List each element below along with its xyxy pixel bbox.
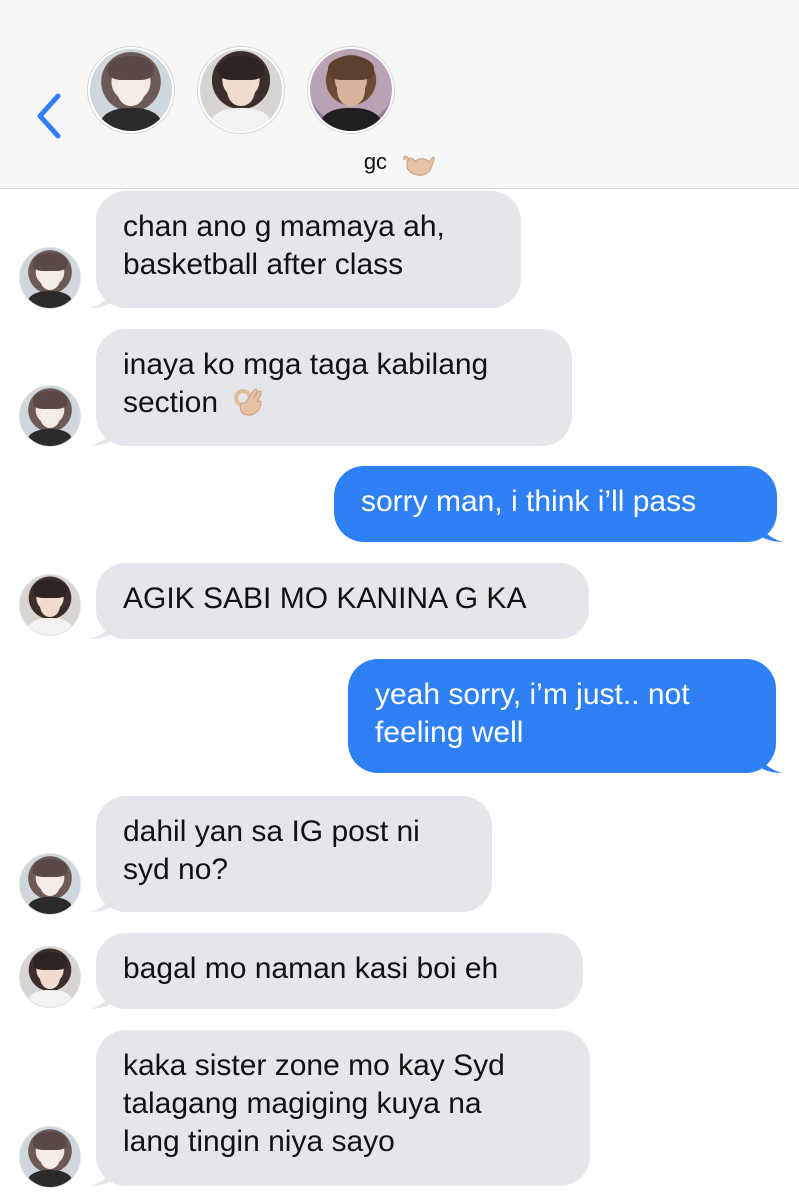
avatar-body	[28, 1170, 72, 1187]
message-text: dahil yan sa IG post ni	[123, 815, 420, 848]
sender-avatar[interactable]	[19, 247, 81, 309]
avatar-body	[28, 291, 72, 308]
received-message-bubble[interactable]: dahil yan sa IG post ni syd no?	[90, 796, 492, 912]
chevron-left-icon	[37, 93, 61, 139]
sender-avatar[interactable]	[19, 1126, 81, 1188]
avatar-body	[28, 990, 72, 1007]
received-message-bubble[interactable]: kaka sister zone mo kay Syd talagang mag…	[90, 1030, 590, 1186]
avatar-body	[28, 897, 72, 914]
bubble-tail	[90, 1160, 118, 1186]
bubble-tail	[90, 983, 118, 1009]
avatar-body	[211, 108, 271, 131]
avatar-body	[101, 108, 161, 131]
avatar-hair	[33, 1131, 67, 1150]
avatar-hair	[33, 390, 67, 409]
sent-message-bubble[interactable]: yeah sorry, i’m just.. not feeling well	[348, 659, 782, 773]
sent-message-bubble[interactable]: sorry man, i think i’ll pass	[334, 466, 783, 542]
group-name-label: gc	[363, 148, 388, 174]
group-name[interactable]: gc	[0, 148, 799, 178]
message-text: sorry man, i think i’ll pass	[361, 485, 697, 518]
participant-avatar-2[interactable]	[198, 47, 284, 133]
message-text: chan ano g mamaya ah,	[123, 210, 445, 243]
bubble-tail	[90, 420, 118, 446]
avatar-body	[28, 618, 72, 635]
sender-avatar[interactable]	[19, 385, 81, 447]
bubble-tail	[90, 886, 118, 912]
back-button[interactable]	[28, 88, 68, 144]
bubble-tail	[755, 516, 783, 542]
participant-avatar-1[interactable]	[88, 47, 174, 133]
message-line: section	[123, 384, 546, 422]
message-text: syd no?	[123, 853, 229, 886]
avatar-hair	[218, 55, 264, 81]
received-message-bubble[interactable]: AGIK SABI MO KANINA G KA	[90, 563, 589, 639]
avatar-hair	[108, 55, 154, 81]
bubble-tail	[90, 282, 118, 308]
message-text: section	[123, 386, 219, 419]
message-text: feeling well	[375, 716, 524, 749]
avatar-hair	[33, 951, 67, 970]
sender-avatar[interactable]	[19, 853, 81, 915]
message-text: kaka sister zone mo kay Syd	[123, 1049, 505, 1082]
avatar-hair	[33, 252, 67, 271]
bubble-tail	[90, 613, 118, 639]
avatar-body	[28, 429, 72, 446]
sender-avatar[interactable]	[19, 946, 81, 1008]
message-text: yeah sorry, i’m just.. not	[375, 678, 690, 711]
message-text: talagang magiging kuya na	[123, 1087, 482, 1120]
avatar-hair	[328, 55, 374, 81]
participant-avatar-3[interactable]	[308, 47, 394, 133]
received-message-bubble[interactable]: chan ano g mamaya ah, basketball after c…	[90, 191, 521, 308]
message-text: inaya ko mga taga kabilang	[123, 348, 489, 381]
bubble-tail	[754, 747, 782, 773]
avatar-hair	[33, 858, 67, 877]
message-text: lang tingin niya sayo	[123, 1125, 395, 1158]
call-me-hand-icon	[403, 155, 435, 176]
received-message-bubble[interactable]: inaya ko mga taga kabilang section	[90, 329, 572, 446]
message-text: bagal mo naman kasi boi eh	[123, 952, 499, 985]
received-message-bubble[interactable]: bagal mo naman kasi boi eh	[90, 933, 583, 1009]
message-text: basketball after class	[123, 248, 404, 281]
avatar-hair	[33, 579, 67, 598]
sender-avatar[interactable]	[19, 574, 81, 636]
ok-hand-icon	[234, 388, 263, 416]
conversation-header: gc	[0, 0, 799, 189]
avatar-body	[321, 108, 381, 131]
message-text: AGIK SABI MO KANINA G KA	[123, 582, 527, 615]
